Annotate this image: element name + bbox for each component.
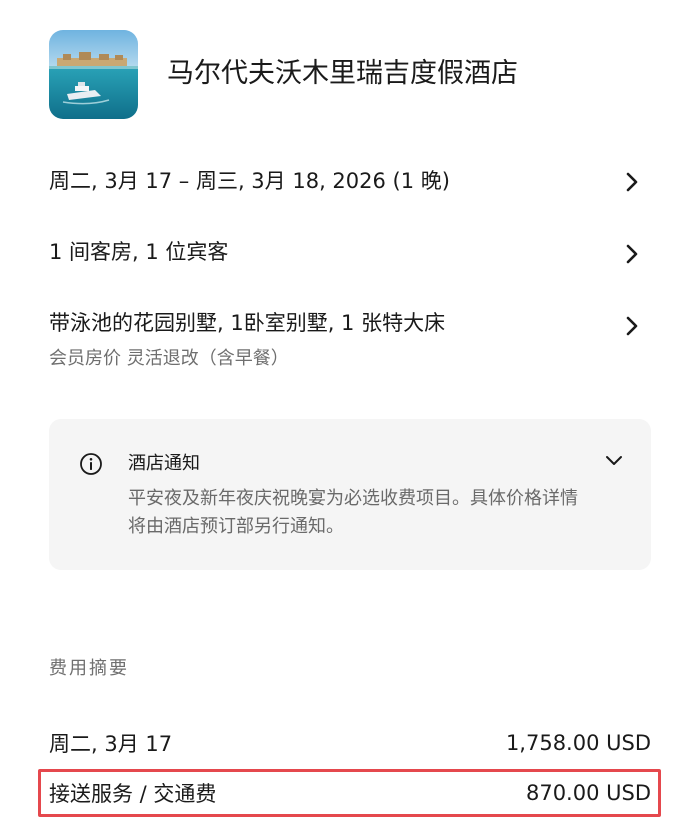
hotel-thumbnail [49, 30, 138, 119]
stay-dates: 周二, 3月 17 – 周三, 3月 18, 2026 (1 晚) [49, 169, 450, 193]
fee-amount: 870.00 USD [525, 781, 651, 805]
fee-label: 接送服务 / 交通费 [49, 782, 217, 806]
hotel-name: 马尔代夫沃木里瑞吉度假酒店 [167, 58, 518, 89]
room-row[interactable]: 带泳池的花园别墅, 1卧室别墅, 1 张特大床 会员房价 灵活退改（含早餐） [49, 308, 651, 372]
notice-title: 酒店通知 [128, 453, 200, 474]
dates-row[interactable]: 周二, 3月 17 – 周三, 3月 18, 2026 (1 晚) [49, 166, 651, 196]
guests-row[interactable]: 1 间客房, 1 位宾客 [49, 237, 651, 267]
stay-guests: 1 间客房, 1 位宾客 [49, 240, 229, 264]
rate-plan: 会员房价 灵活退改（含早餐） [49, 348, 289, 369]
chevron-right-icon [626, 244, 638, 264]
fee-label: 周二, 3月 17 [49, 732, 173, 756]
room-type: 带泳池的花园别墅, 1卧室别墅, 1 张特大床 [49, 311, 446, 335]
chevron-right-icon [626, 316, 638, 336]
hotel-notice-panel: 酒店通知 平安夜及新年夜庆祝晚宴为必选收费项目。具体价格详情将由酒店预订部另行通… [49, 419, 651, 570]
cost-summary-label: 费用摘要 [49, 658, 129, 679]
fee-row: 周二, 3月 17 1,758.00 USD [49, 726, 651, 760]
notice-body: 平安夜及新年夜庆祝晚宴为必选收费项目。具体价格详情将由酒店预订部另行通知。 [128, 488, 578, 537]
chevron-right-icon [626, 172, 638, 192]
info-icon [80, 453, 102, 475]
chevron-down-icon[interactable] [603, 449, 625, 471]
fee-amount: 1,758.00 USD [505, 731, 651, 755]
fee-row: 接送服务 / 交通费 870.00 USD [49, 776, 651, 810]
